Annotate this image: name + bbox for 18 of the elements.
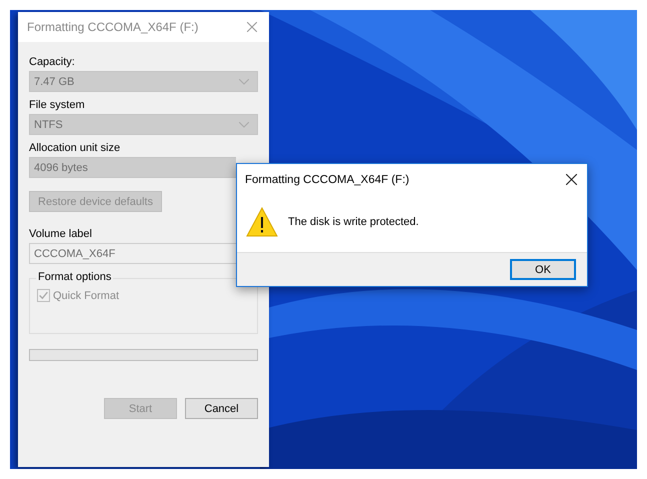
dropdown[interactable]: 7.47 GB [29, 71, 258, 92]
window-title: Formatting CCCOMA_X64F (F:) [27, 20, 198, 34]
ok-button[interactable]: OK [510, 259, 576, 280]
warning-icon [246, 206, 278, 236]
chevron-down-icon [239, 122, 249, 128]
field-label: File system [29, 99, 85, 111]
field-label: Volume label [29, 228, 92, 240]
dialog-button[interactable]: Cancel [185, 398, 258, 419]
group-title: Format options [36, 271, 114, 283]
chevron-down-icon [239, 78, 249, 84]
dropdown[interactable]: NTFS [29, 114, 258, 135]
dropdown[interactable]: 4096 bytes [29, 157, 236, 178]
field-label: Capacity: [29, 56, 75, 68]
field-label: Allocation unit size [29, 142, 120, 154]
checkmark-icon [38, 290, 49, 301]
window-title: Formatting CCCOMA_X64F (F:) [245, 174, 410, 186]
close-icon[interactable] [566, 174, 577, 185]
message-text: The disk is write protected. [288, 216, 419, 228]
